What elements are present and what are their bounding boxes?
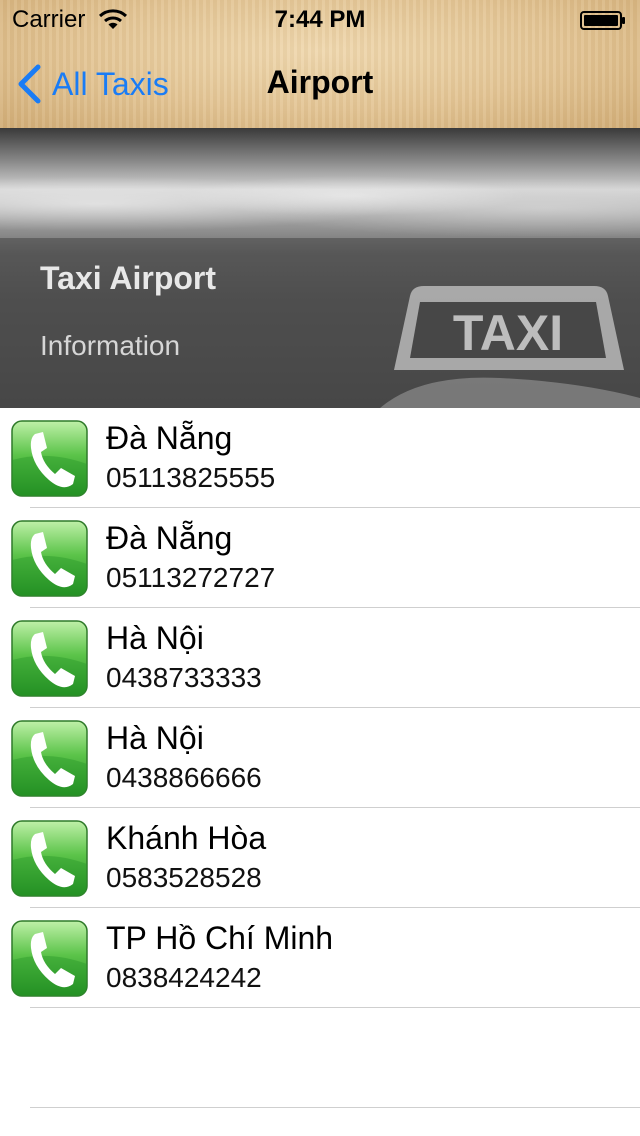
hero-title: Taxi Airport <box>40 260 217 296</box>
taxi-row[interactable]: Hà Nội 0438733333 <box>0 608 640 708</box>
taxi-row[interactable]: TP Hồ Chí Minh 0838424242 <box>0 908 640 1008</box>
phone-call-icon[interactable] <box>11 920 88 997</box>
phone-call-icon[interactable] <box>11 520 88 597</box>
hero-banner: TAXI Taxi Airport Information <box>0 128 640 408</box>
city-name: Khánh Hòa <box>106 820 267 856</box>
phone-call-icon[interactable] <box>11 720 88 797</box>
city-name: TP Hồ Chí Minh <box>106 920 334 956</box>
page-title: Airport <box>266 64 374 100</box>
city-name: Hà Nội <box>106 620 204 656</box>
taxi-list: Đà Nẵng 05113825555 Đà Nẵng 05113272727 … <box>0 408 640 1108</box>
phone-call-icon[interactable] <box>11 620 88 697</box>
taxi-row[interactable]: Đà Nẵng 05113825555 <box>0 408 640 508</box>
battery-icon <box>580 11 625 30</box>
empty-list-row <box>0 1008 640 1108</box>
hero-background-image <box>0 156 640 236</box>
phone-number: 0583528528 <box>106 862 262 893</box>
taxi-row[interactable]: Đà Nẵng 05113272727 <box>0 508 640 608</box>
phone-number: 05113272727 <box>106 562 276 593</box>
phone-number: 0838424242 <box>106 962 262 993</box>
taxi-row[interactable]: Khánh Hòa 0583528528 <box>0 808 640 908</box>
phone-call-icon[interactable] <box>11 820 88 897</box>
taxi-row[interactable]: Hà Nội 0438866666 <box>0 708 640 808</box>
navigation-bar: Carrier 7:44 PM All Taxis Airport <box>0 0 640 129</box>
hero-subtitle: Information <box>40 330 181 361</box>
city-name: Đà Nẵng <box>106 420 233 456</box>
taxi-sign-icon: TAXI <box>380 286 640 408</box>
phone-number: 05113825555 <box>106 462 276 493</box>
phone-number: 0438866666 <box>106 762 262 793</box>
phone-number: 0438733333 <box>106 662 262 693</box>
city-name: Đà Nẵng <box>106 520 233 556</box>
svg-text:TAXI: TAXI <box>453 305 563 361</box>
status-time: 7:44 PM <box>274 6 366 33</box>
status-bar: Carrier 7:44 PM <box>0 0 640 40</box>
phone-call-icon[interactable] <box>11 420 88 497</box>
city-name: Hà Nội <box>106 720 204 756</box>
